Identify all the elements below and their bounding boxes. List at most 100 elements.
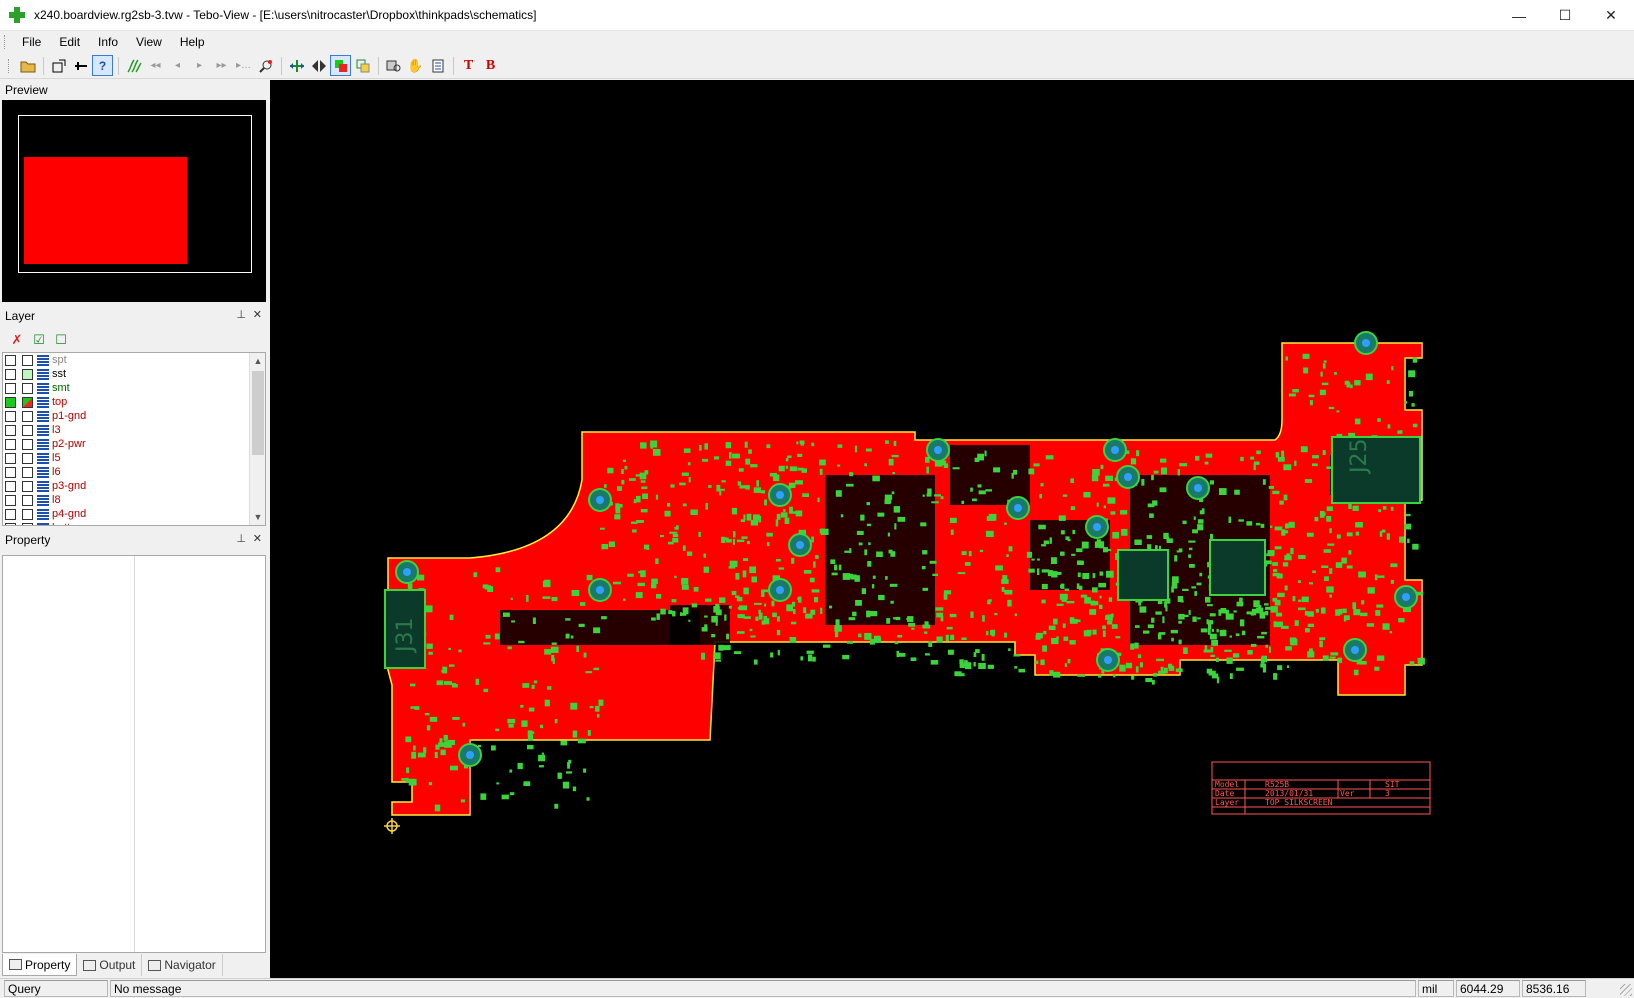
component-pad bbox=[1105, 475, 1113, 481]
layer-row-p4-gnd[interactable]: p4-gnd bbox=[3, 507, 265, 521]
layer-pin-icon[interactable]: ⊥ bbox=[236, 308, 246, 321]
layer-row-top[interactable]: top bbox=[3, 395, 265, 409]
property-grid[interactable] bbox=[2, 555, 266, 953]
hand-icon[interactable]: ✋ bbox=[405, 55, 426, 76]
add-marker-icon[interactable] bbox=[70, 55, 91, 76]
layer-list[interactable]: spt sst smt top p1-gnd l3 p2-pwr l5 l6 p3-gnd l8 p4… bbox=[2, 352, 266, 526]
layer-visible-checkbox[interactable] bbox=[5, 438, 16, 450]
layer-row-l8[interactable]: l8 bbox=[3, 493, 265, 507]
layer-visible-checkbox[interactable] bbox=[5, 508, 16, 520]
layer-close-icon[interactable]: ✕ bbox=[253, 308, 262, 321]
component-pad bbox=[640, 570, 646, 578]
find-icon[interactable] bbox=[383, 55, 404, 76]
layer-row-p2-pwr[interactable]: p2-pwr bbox=[3, 437, 265, 451]
component-pad bbox=[1376, 575, 1385, 578]
search-part-icon[interactable] bbox=[255, 55, 276, 76]
minimize-button[interactable]: — bbox=[1496, 0, 1542, 31]
tab-property[interactable]: Property bbox=[2, 954, 78, 976]
layer-color-checkbox[interactable] bbox=[22, 438, 33, 450]
clear-all-icon[interactable]: ☐ bbox=[50, 331, 72, 349]
end-icon[interactable]: ▸… bbox=[233, 55, 254, 76]
menu-view[interactable]: View bbox=[127, 31, 171, 53]
property-close-icon[interactable]: ✕ bbox=[253, 532, 262, 545]
layer-row-bottom[interactable]: bottom bbox=[3, 521, 265, 525]
menu-grip[interactable] bbox=[4, 35, 7, 49]
layer-visible-checkbox[interactable] bbox=[5, 354, 16, 366]
menu-file[interactable]: File bbox=[13, 31, 50, 53]
bottom-side-button[interactable]: B bbox=[480, 55, 501, 76]
layer-visible-checkbox[interactable] bbox=[5, 452, 16, 464]
layer-row-smt[interactable]: smt bbox=[3, 381, 265, 395]
new-window-icon[interactable] bbox=[48, 55, 69, 76]
prev-icon[interactable]: ◂ bbox=[167, 55, 188, 76]
layer-row-l6[interactable]: l6 bbox=[3, 465, 265, 479]
layer-visible-checkbox[interactable] bbox=[5, 466, 16, 478]
layer-color-checkbox[interactable] bbox=[22, 466, 33, 478]
layer-overlay-icon[interactable] bbox=[352, 55, 373, 76]
net-icon[interactable] bbox=[123, 55, 144, 76]
board-drawing[interactable]: J25 J31 Model R525B SIT Date 2013/01/31 Ver 3 Lay… bbox=[270, 80, 1634, 978]
layer-color-checkbox[interactable] bbox=[22, 480, 33, 492]
layer-color-checkbox[interactable] bbox=[22, 382, 33, 394]
layer-visible-checkbox[interactable] bbox=[5, 424, 16, 436]
fit-board-icon[interactable] bbox=[286, 55, 307, 76]
layer-row-p3-gnd[interactable]: p3-gnd bbox=[3, 479, 265, 493]
scroll-thumb[interactable] bbox=[252, 371, 264, 455]
tab-navigator[interactable]: Navigator bbox=[142, 954, 223, 976]
property-pin-icon[interactable]: ⊥ bbox=[236, 532, 246, 545]
layer-row-spt[interactable]: spt bbox=[3, 353, 265, 367]
maximize-button[interactable]: ☐ bbox=[1542, 0, 1588, 31]
component-pad bbox=[448, 647, 451, 650]
property-column-divider[interactable] bbox=[134, 556, 135, 952]
layer-visible-checkbox[interactable] bbox=[5, 368, 16, 380]
resize-grip-icon[interactable] bbox=[1620, 984, 1632, 996]
layer-color-checkbox[interactable] bbox=[22, 354, 33, 366]
layer-scrollbar[interactable]: ▲ ▼ bbox=[249, 353, 265, 525]
layer-color-checkbox[interactable] bbox=[22, 410, 33, 422]
layer-color-checkbox[interactable] bbox=[22, 522, 33, 525]
last-icon[interactable]: ▸▸ bbox=[211, 55, 232, 76]
preview-canvas[interactable] bbox=[2, 100, 266, 302]
board-canvas[interactable]: J25 J31 Model R525B SIT Date 2013/01/31 Ver 3 Lay… bbox=[270, 80, 1634, 978]
component-pad bbox=[1197, 524, 1204, 531]
layer-color-checkbox[interactable] bbox=[22, 396, 33, 408]
open-folder-icon[interactable] bbox=[17, 55, 38, 76]
component-pad bbox=[1056, 603, 1064, 606]
layer-visible-checkbox[interactable] bbox=[5, 382, 16, 394]
layer-row-l5[interactable]: l5 bbox=[3, 451, 265, 465]
next-icon[interactable]: ▸ bbox=[189, 55, 210, 76]
close-button[interactable]: ✕ bbox=[1588, 0, 1634, 31]
layer-color-checkbox[interactable] bbox=[22, 368, 33, 380]
menu-info[interactable]: Info bbox=[89, 31, 127, 53]
component-pad bbox=[586, 797, 590, 801]
layer-visible-checkbox[interactable] bbox=[5, 410, 16, 422]
layer-color-checkbox[interactable] bbox=[22, 494, 33, 506]
layer-row-l3[interactable]: l3 bbox=[3, 423, 265, 437]
help-button[interactable]: ? bbox=[92, 55, 113, 76]
layer-visible-checkbox[interactable] bbox=[5, 522, 16, 525]
check-all-icon[interactable]: ☑ bbox=[28, 331, 50, 349]
layer-color-checkbox[interactable] bbox=[22, 424, 33, 436]
layer-color-checkbox[interactable] bbox=[22, 452, 33, 464]
list-icon[interactable] bbox=[427, 55, 448, 76]
menu-edit[interactable]: Edit bbox=[50, 31, 89, 53]
toolbar-grip[interactable] bbox=[8, 58, 11, 73]
scroll-up-icon[interactable]: ▲ bbox=[250, 353, 265, 369]
top-side-button[interactable]: T bbox=[458, 55, 479, 76]
layer-visible-checkbox[interactable] bbox=[5, 494, 16, 506]
layer-visible-checkbox[interactable] bbox=[5, 480, 16, 492]
menu-help[interactable]: Help bbox=[171, 31, 214, 53]
layer-row-sst[interactable]: sst bbox=[3, 367, 265, 381]
scroll-down-icon[interactable]: ▼ bbox=[250, 509, 265, 525]
flip-icon[interactable] bbox=[308, 55, 329, 76]
component-pad bbox=[413, 745, 416, 751]
layer-row-p1-gnd[interactable]: p1-gnd bbox=[3, 409, 265, 423]
uncheck-all-icon[interactable]: ✗ bbox=[6, 331, 28, 349]
layer-visible-checkbox[interactable] bbox=[5, 396, 16, 408]
tab-output[interactable]: Output bbox=[77, 954, 143, 976]
layer-color-icon[interactable] bbox=[330, 55, 351, 76]
layer-color-checkbox[interactable] bbox=[22, 508, 33, 520]
first-icon[interactable]: ◂◂ bbox=[145, 55, 166, 76]
component-pad bbox=[1277, 592, 1285, 598]
layer-name: sst bbox=[52, 368, 67, 380]
